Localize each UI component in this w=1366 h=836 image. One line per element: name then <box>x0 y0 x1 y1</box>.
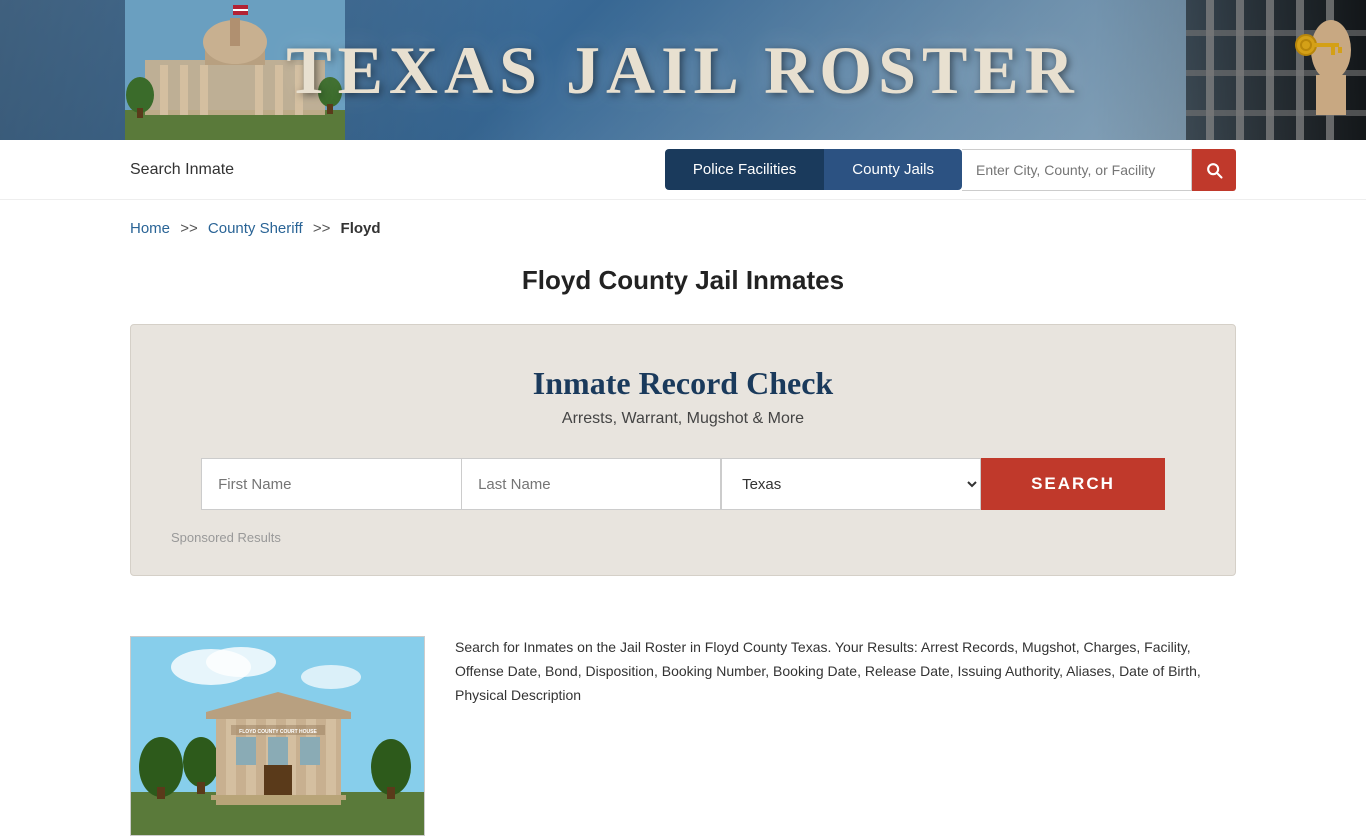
breadcrumb-home[interactable]: Home <box>130 220 170 237</box>
facility-search-input[interactable] <box>962 149 1192 191</box>
main-content: Inmate Record Check Arrests, Warrant, Mu… <box>0 324 1366 636</box>
breadcrumb-sep-2: >> <box>313 220 331 237</box>
breadcrumb: Home >> County Sheriff >> Floyd <box>0 200 1366 247</box>
inmate-record-box: Inmate Record Check Arrests, Warrant, Mu… <box>130 324 1236 576</box>
sponsored-label: Sponsored Results <box>171 530 1195 545</box>
keys-image <box>1186 0 1366 140</box>
breadcrumb-county-sheriff[interactable]: County Sheriff <box>208 220 303 237</box>
banner-title: Texas Jail Roster <box>286 31 1080 110</box>
courthouse-image: FLOYD COUNTY COURT HOUSE <box>130 636 425 836</box>
bottom-section: FLOYD COUNTY COURT HOUSE Search for Inma… <box>0 636 1366 836</box>
police-facilities-button[interactable]: Police Facilities <box>665 149 824 190</box>
inmate-search-button[interactable]: SEARCH <box>981 458 1165 510</box>
search-icon <box>1204 160 1224 180</box>
inmate-record-title: Inmate Record Check <box>171 365 1195 402</box>
breadcrumb-sep-1: >> <box>180 220 198 237</box>
svg-text:FLOYD COUNTY COURT HOUSE: FLOYD COUNTY COURT HOUSE <box>239 729 317 735</box>
header-banner: Texas Jail Roster <box>0 0 1366 140</box>
nav-bar: Search Inmate Police Facilities County J… <box>0 140 1366 200</box>
inmate-search-form: AlabamaAlaskaArizonaArkansas CaliforniaC… <box>171 458 1195 510</box>
state-select[interactable]: AlabamaAlaskaArizonaArkansas CaliforniaC… <box>721 458 981 510</box>
breadcrumb-current: Floyd <box>341 220 381 237</box>
page-title: Floyd County Jail Inmates <box>0 265 1366 296</box>
first-name-input[interactable] <box>201 458 461 510</box>
county-jails-button[interactable]: County Jails <box>824 149 962 190</box>
page-title-area: Floyd County Jail Inmates <box>0 247 1366 324</box>
facility-search-button[interactable] <box>1192 149 1236 191</box>
last-name-input[interactable] <box>461 458 721 510</box>
description-text: Search for Inmates on the Jail Roster in… <box>455 636 1236 836</box>
inmate-record-subtitle: Arrests, Warrant, Mugshot & More <box>171 410 1195 428</box>
nav-search-label: Search Inmate <box>130 161 665 179</box>
nav-buttons: Police Facilities County Jails <box>665 149 1236 191</box>
